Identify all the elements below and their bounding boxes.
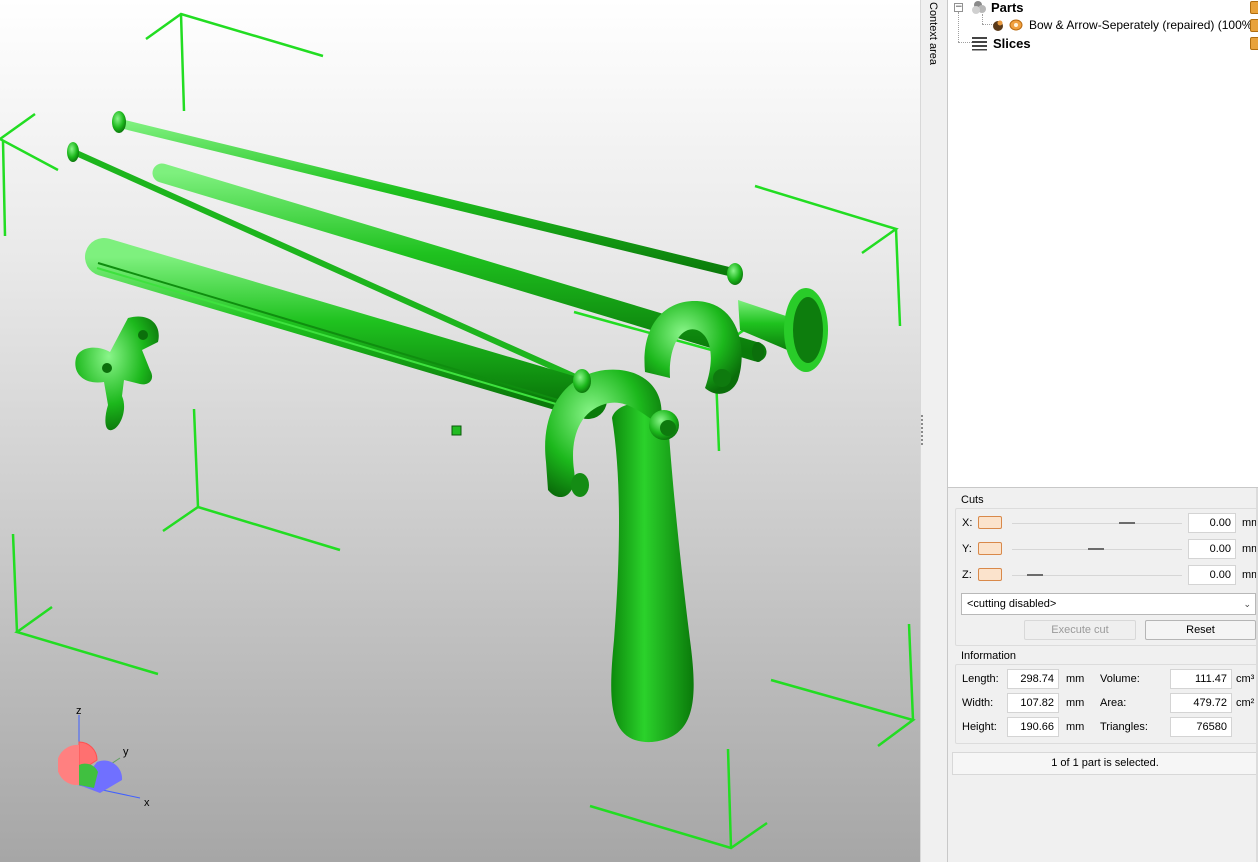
parts-tree-panel: − Parts Bow & Arrow-Seperately (repaired… — [948, 0, 1258, 488]
splitter-handle[interactable] — [921, 415, 925, 445]
volume-label: Volume: — [1100, 673, 1140, 685]
cut-y-label: Y: — [962, 543, 972, 555]
part-item-label: Bow & Arrow-Seperately (repaired) (100%) — [1029, 18, 1257, 32]
area-value: 479.72 — [1170, 693, 1232, 713]
cut-z-label: Z: — [962, 569, 972, 581]
collapse-toggle-icon[interactable]: − — [954, 2, 963, 12]
cuts-group-title: Cuts — [961, 494, 984, 506]
cut-y-slider-thumb[interactable] — [1088, 548, 1104, 550]
parts-label: Parts — [991, 0, 1024, 15]
cut-y-toggle[interactable] — [978, 542, 1002, 555]
length-unit: mm — [1066, 673, 1085, 685]
bow-and-arrow-model[interactable] — [67, 111, 828, 743]
axis-x-label: x — [144, 797, 150, 809]
cut-x-slider-track[interactable] — [1012, 523, 1182, 524]
information-group-title: Information — [961, 650, 1017, 662]
rotation-center-marker — [451, 425, 462, 436]
width-value: 107.82 — [1007, 693, 1059, 713]
reset-button[interactable]: Reset — [1145, 620, 1256, 640]
visibility-badge-icon[interactable] — [1250, 19, 1258, 32]
width-unit: mm — [1066, 697, 1085, 709]
cut-x-toggle[interactable] — [978, 516, 1002, 529]
3d-viewport[interactable]: z y x — [0, 0, 920, 862]
cut-z-slider-thumb[interactable] — [1027, 574, 1043, 576]
length-label: Length: — [962, 673, 999, 685]
axis-z-label: z — [76, 705, 82, 717]
area-label: Area: — [1100, 697, 1127, 709]
tree-node-parts[interactable]: − Parts — [954, 0, 1024, 16]
selection-status: 1 of 1 part is selected. — [952, 752, 1258, 775]
axis-y-label: y — [123, 746, 129, 758]
cut-x-value[interactable]: 0.00 — [1188, 513, 1236, 533]
tree-guide-line — [958, 12, 959, 42]
width-label: Width: — [962, 697, 994, 709]
context-area-label: Context area — [927, 2, 939, 65]
volume-value: 111.47 — [1170, 669, 1232, 689]
area-unit: cm² — [1236, 697, 1255, 709]
parts-cluster-icon — [972, 1, 986, 14]
height-label: Height: — [962, 721, 997, 733]
cut-mode-select[interactable]: <cutting disabled> ⌄ — [961, 593, 1256, 615]
triangles-label: Triangles: — [1100, 721, 1148, 733]
cut-x-slider-thumb[interactable] — [1119, 522, 1135, 524]
tree-node-slices[interactable]: Slices — [970, 34, 1031, 52]
cut-z-toggle[interactable] — [978, 568, 1002, 581]
slices-label: Slices — [993, 35, 1031, 51]
cut-z-value[interactable]: 0.00 — [1188, 565, 1236, 585]
slices-stack-icon — [972, 37, 987, 51]
triangles-value: 76580 — [1170, 717, 1232, 737]
length-value: 298.74 — [1007, 669, 1059, 689]
volume-unit: cm³ — [1236, 673, 1255, 685]
cut-mode-value: <cutting disabled> — [967, 598, 1057, 610]
selection-status-text: 1 of 1 part is selected. — [1051, 757, 1159, 769]
visibility-badge-icon[interactable] — [1250, 1, 1258, 14]
execute-cut-button[interactable]: Execute cut — [1024, 620, 1136, 640]
cut-x-label: X: — [962, 517, 973, 529]
axis-orientation-gizmo: z y x — [58, 705, 150, 809]
chevron-down-icon: ⌄ — [1243, 599, 1251, 609]
visibility-badge-icon[interactable] — [1250, 37, 1258, 50]
cut-y-value[interactable]: 0.00 — [1188, 539, 1236, 559]
mesh-part-icon — [993, 19, 1023, 31]
height-value: 190.66 — [1007, 717, 1059, 737]
height-unit: mm — [1066, 721, 1085, 733]
tree-node-part-item[interactable]: Bow & Arrow-Seperately (repaired) (100%) — [992, 16, 1256, 34]
